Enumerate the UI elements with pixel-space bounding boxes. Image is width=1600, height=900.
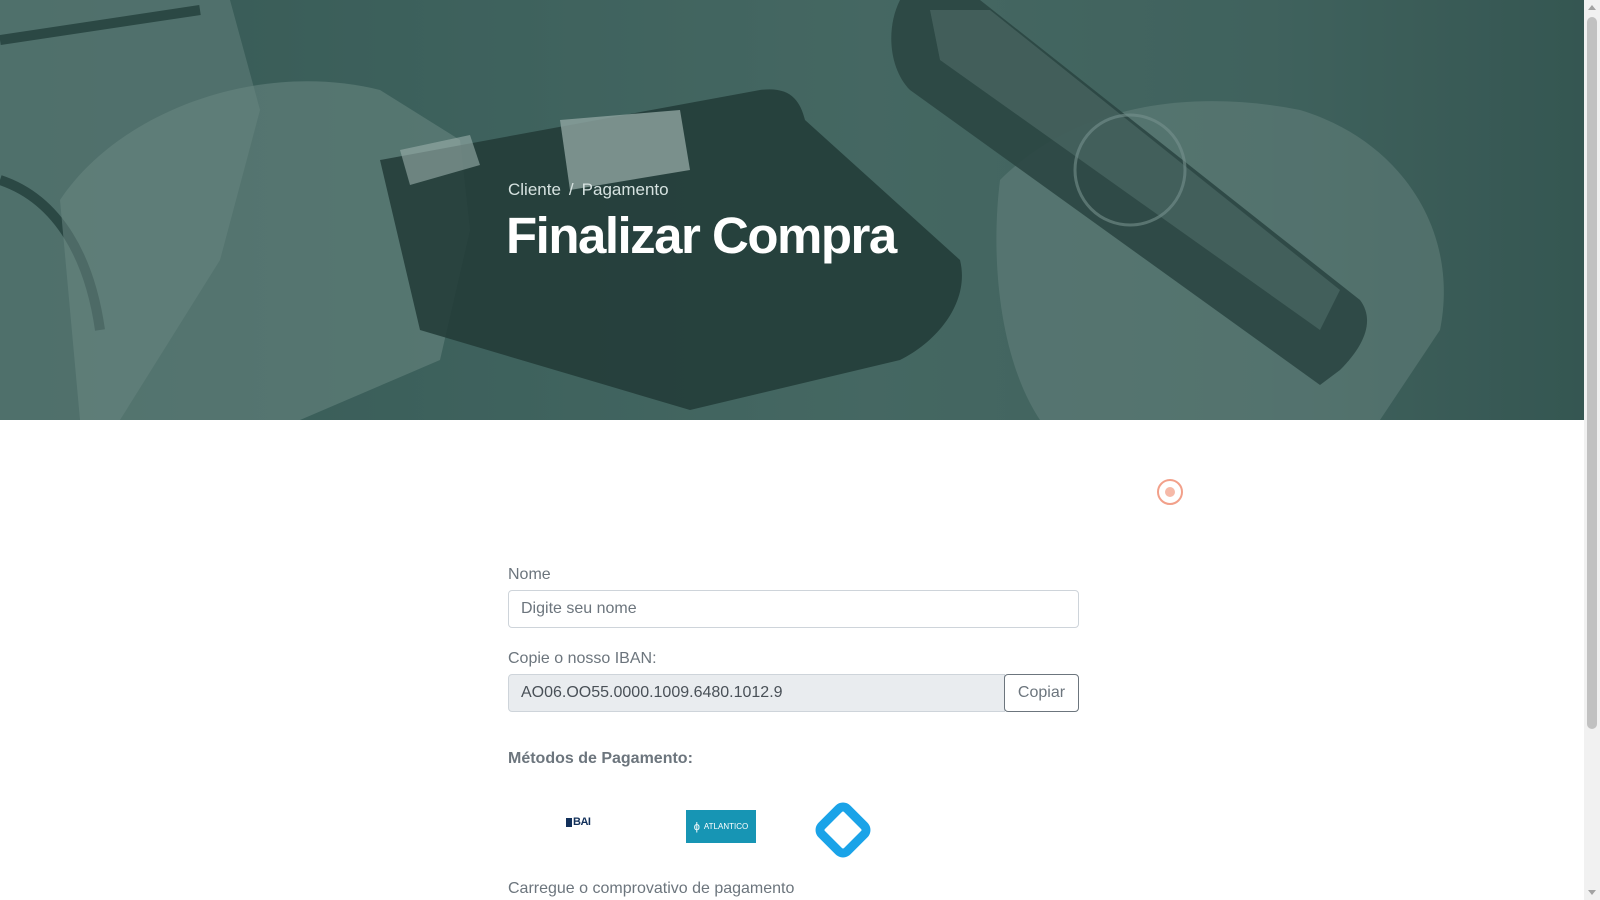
payment-methods-title: Métodos de Pagamento: <box>508 750 693 767</box>
hero-banner: Cliente / Pagamento Finalizar Compra <box>0 0 1584 420</box>
scroll-up-arrow-icon[interactable] <box>1588 5 1596 10</box>
checkout-form: Nome Copie o nosso IBAN: AO06.OO55.0000.… <box>508 566 1079 858</box>
scroll-down-arrow-icon[interactable] <box>1588 890 1596 895</box>
upload-proof-label: Carregue o comprovativo de pagamento <box>508 880 795 897</box>
bai-logo-text: BAI <box>573 816 591 828</box>
name-input[interactable] <box>508 590 1079 628</box>
atlantico-logo-text: ATLANTICO <box>703 822 749 831</box>
iban-label: Copie o nosso IBAN: <box>508 650 657 667</box>
atlantico-phi-icon: ϕ <box>693 820 700 833</box>
iban-field[interactable]: AO06.OO55.0000.1009.6480.1012.9 <box>508 674 1005 712</box>
breadcrumb: Cliente / Pagamento <box>508 180 669 200</box>
copy-button[interactable]: Copiar <box>1004 674 1079 712</box>
page-scrollbar[interactable] <box>1584 0 1600 900</box>
atlantico-logo[interactable]: ϕ ATLANTICO <box>686 810 756 843</box>
breadcrumb-link-cliente[interactable]: Cliente <box>508 180 561 200</box>
breadcrumb-separator: / <box>568 180 574 199</box>
iban-row: AO06.OO55.0000.1009.6480.1012.9 Copiar <box>508 674 1079 712</box>
diamond-logo-icon[interactable] <box>815 802 871 858</box>
loader-icon <box>1157 479 1183 505</box>
bai-mark-icon <box>566 817 572 827</box>
scrollbar-thumb[interactable] <box>1587 17 1597 729</box>
payment-methods-list: BAI ϕ ATLANTICO <box>508 778 1079 858</box>
breadcrumb-current: Pagamento <box>581 180 669 199</box>
bai-logo[interactable]: BAI <box>566 816 591 828</box>
page-title: Finalizar Compra <box>506 207 897 264</box>
iban-group: Copie o nosso IBAN: AO06.OO55.0000.1009.… <box>508 650 1079 712</box>
name-label: Nome <box>508 566 551 583</box>
